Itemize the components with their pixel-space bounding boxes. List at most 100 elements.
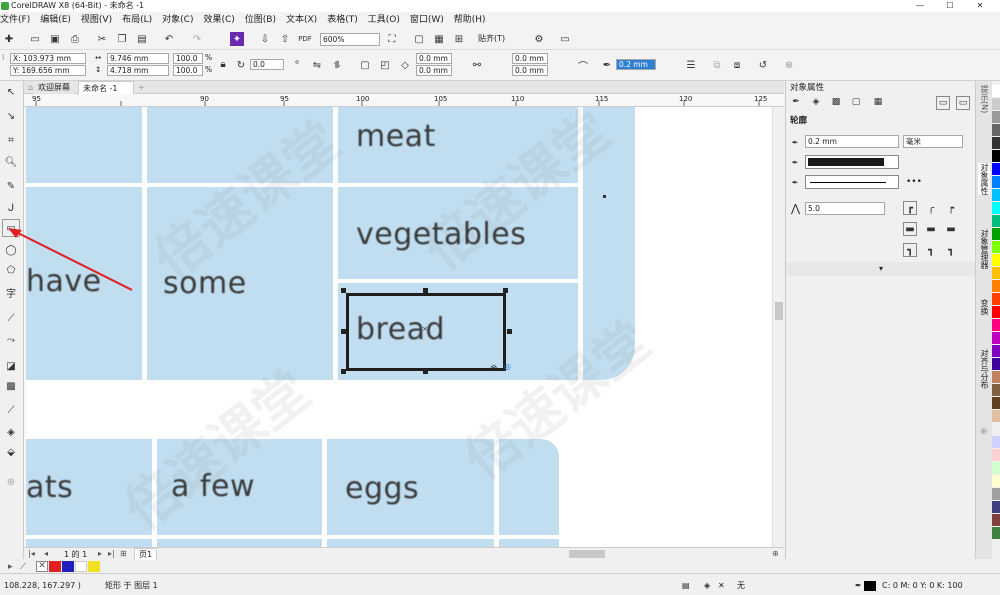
text-wrap-icon[interactable]: ☰ xyxy=(684,58,698,72)
chamfer-corner-icon[interactable]: ◇ xyxy=(398,58,412,72)
outline-width-field[interactable]: 0.2 mm xyxy=(616,59,656,70)
square-cap-icon[interactable]: ▬ xyxy=(944,222,958,236)
corner-radius-top-right[interactable]: 0.0 mm xyxy=(512,53,548,64)
tab-object-properties[interactable]: 对象属性 xyxy=(978,163,990,195)
zoom-toggle-icon[interactable]: ⊕ xyxy=(772,549,779,558)
no-color-swatch[interactable]: ✕ xyxy=(36,561,48,572)
menu-window[interactable]: 窗口(W) xyxy=(410,15,444,25)
palette-menu-icon[interactable]: ▸ xyxy=(8,562,13,572)
text-wrap-tab-icon[interactable]: ▦ xyxy=(872,96,884,108)
y-position-field[interactable]: Y: 169.656 mm xyxy=(10,65,86,76)
palette-swatch[interactable] xyxy=(992,280,1000,292)
line-style-select[interactable] xyxy=(805,175,899,189)
maximize-button[interactable]: ☐ xyxy=(935,0,965,12)
drop-shadow-tool-icon[interactable]: ◪ xyxy=(2,357,20,375)
palette-swatch[interactable] xyxy=(992,436,1000,448)
open-folder-icon[interactable]: ▭ xyxy=(28,32,42,46)
round-corner-icon[interactable]: ▢ xyxy=(358,58,372,72)
palette-swatch[interactable] xyxy=(992,124,1000,136)
palette-swatch[interactable] xyxy=(992,527,1000,539)
connector-tool-icon[interactable]: ⤳ xyxy=(2,331,20,349)
to-front-icon[interactable]: ⧉ xyxy=(710,58,724,72)
palette-swatch[interactable] xyxy=(992,137,1000,149)
palette-swatch[interactable] xyxy=(992,215,1000,227)
menu-effects[interactable]: 效果(C) xyxy=(203,15,234,25)
palette-swatch[interactable] xyxy=(992,254,1000,266)
publish-pdf-icon[interactable]: PDF xyxy=(298,32,312,46)
menu-layout[interactable]: 布局(L) xyxy=(122,15,152,25)
undo-icon[interactable]: ↶ xyxy=(162,32,176,46)
swatch-blue[interactable] xyxy=(62,561,74,572)
first-page-icon[interactable]: |◂ xyxy=(28,549,35,558)
to-back-icon[interactable]: ⧈ xyxy=(730,58,744,72)
outline-width-select[interactable]: 0.2 mm xyxy=(805,135,899,148)
close-button[interactable]: ✕ xyxy=(965,0,995,12)
palette-swatch[interactable] xyxy=(992,85,1000,97)
color-proof-icon[interactable]: ▤ xyxy=(682,576,690,595)
palette-swatch[interactable] xyxy=(992,462,1000,474)
selection-handle[interactable] xyxy=(423,369,428,374)
convert-to-curves-icon[interactable]: ↺ xyxy=(756,58,770,72)
copy-icon[interactable]: ❐ xyxy=(115,32,129,46)
corner-position-center-icon[interactable]: ┓ xyxy=(924,243,938,257)
swatch-white[interactable] xyxy=(75,561,87,572)
menu-file[interactable]: 文件(F) xyxy=(0,15,30,25)
palette-swatch[interactable] xyxy=(992,358,1000,370)
shape-tool-icon[interactable]: ↘ xyxy=(2,107,20,125)
print-icon[interactable]: ⎙ xyxy=(68,32,82,46)
scale-y-field[interactable]: 100.0 xyxy=(173,65,203,76)
tab-object-manager[interactable]: 对象管理器 xyxy=(978,229,990,269)
palette-swatch[interactable] xyxy=(992,371,1000,383)
swatch-red[interactable] xyxy=(49,561,61,572)
horizontal-scroll-thumb[interactable] xyxy=(569,550,605,558)
drawing-canvas[interactable]: 倍速课堂 倍速课堂 倍速课堂 倍速课堂 meat vegetables have… xyxy=(26,107,772,547)
palette-swatch[interactable] xyxy=(992,319,1000,331)
palette-swatch[interactable] xyxy=(992,202,1000,214)
eyedropper-tool-icon[interactable]: ⟋ xyxy=(2,401,20,419)
palette-swatch[interactable] xyxy=(992,228,1000,240)
save-icon[interactable]: ▣ xyxy=(48,32,62,46)
corner-radius-top-left[interactable]: 0.0 mm xyxy=(416,53,452,64)
scallop-corner-icon[interactable]: ◰ xyxy=(378,58,392,72)
next-page-icon[interactable]: ▸ xyxy=(98,549,102,558)
line-style-settings[interactable]: ••• xyxy=(906,177,922,187)
smart-fill-tool-icon[interactable]: ⬙ xyxy=(2,443,20,461)
palette-swatch[interactable] xyxy=(992,475,1000,487)
application-launcher-icon[interactable]: ▭ xyxy=(558,32,572,46)
palette-swatch[interactable] xyxy=(992,293,1000,305)
export-icon[interactable]: ⇧ xyxy=(278,32,292,46)
snap-to-dropdown[interactable]: 贴齐(T) xyxy=(478,34,505,44)
outline-unit-select[interactable]: 毫米 xyxy=(903,135,963,148)
transparency-tab-icon[interactable]: ▩ xyxy=(830,96,842,108)
crop-tool-icon[interactable]: ⌗ xyxy=(2,131,20,149)
redo-icon[interactable]: ↷ xyxy=(190,32,204,46)
menu-text[interactable]: 文本(X) xyxy=(286,15,317,25)
eyedropper-icon[interactable]: ⟋ xyxy=(20,562,26,572)
mirror-horizontal-icon[interactable]: ⇋ xyxy=(310,58,324,72)
palette-swatch[interactable] xyxy=(992,176,1000,188)
rotation-field[interactable]: 0.0 xyxy=(250,59,284,70)
artistic-media-tool-icon[interactable]: ᒍ xyxy=(2,199,20,217)
tab-hints[interactable]: 提示(N) xyxy=(978,85,990,113)
interactive-fill-tool-icon[interactable]: ◈ xyxy=(2,423,20,441)
relative-corner-scaling-icon[interactable]: ⌒ xyxy=(576,58,590,73)
import-icon[interactable]: ⇩ xyxy=(258,32,272,46)
mirror-vertical-icon[interactable]: ⥮ xyxy=(330,58,344,72)
scroll-thumb[interactable] xyxy=(775,302,783,320)
lock-corners-icon[interactable]: ⚯ xyxy=(470,58,484,72)
add-icon[interactable]: ⊕ xyxy=(782,58,796,72)
pick-tool-icon[interactable]: ↖ xyxy=(2,83,20,101)
palette-swatch[interactable] xyxy=(992,501,1000,513)
tab-align-distribute[interactable]: 对齐与分布 xyxy=(978,349,990,389)
menu-tools[interactable]: 工具(O) xyxy=(368,15,400,25)
round-join-icon[interactable]: ╭ xyxy=(924,201,938,215)
height-field[interactable]: 4.718 mm xyxy=(107,65,169,76)
vertical-scrollbar[interactable] xyxy=(772,107,784,547)
corners-tab-icon[interactable]: ▢ xyxy=(850,96,862,108)
palette-swatch[interactable] xyxy=(992,410,1000,422)
full-screen-icon[interactable]: ▢ xyxy=(412,32,426,46)
corner-radius-bottom-left[interactable]: 0.0 mm xyxy=(416,65,452,76)
palette-swatch[interactable] xyxy=(992,397,1000,409)
palette-swatch[interactable] xyxy=(992,98,1000,110)
parallel-dimension-tool-icon[interactable]: ⟋ xyxy=(2,309,20,327)
